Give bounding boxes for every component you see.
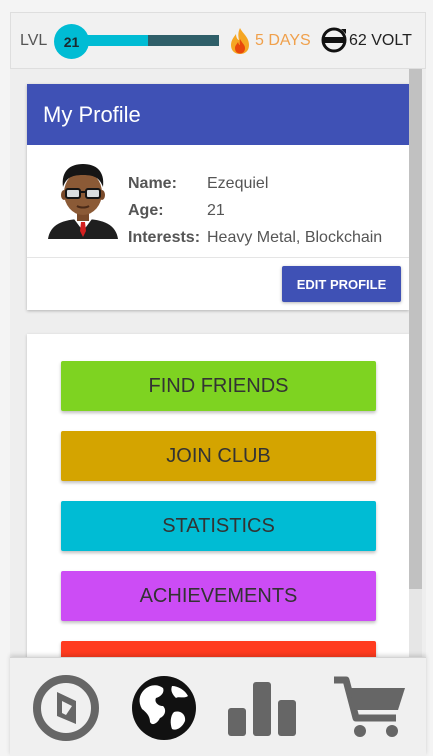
streak-text: 5 DAYS — [255, 32, 311, 49]
status-bar: LVL 21 5 DAYS 62 VOLT — [10, 12, 426, 69]
level-badge: 21 — [54, 24, 89, 59]
profile-field-label: Name: — [128, 175, 177, 192]
nav-shop[interactable] — [320, 658, 420, 756]
volt-logo-icon — [321, 27, 347, 53]
scrollbar-thumb[interactable] — [409, 69, 422, 589]
nav-statistics[interactable] — [212, 658, 312, 756]
profile-field-label: Age: — [128, 202, 164, 219]
profile-interests-value: Heavy Metal, Blockchain — [207, 229, 383, 246]
cart-icon — [334, 676, 405, 737]
music-disc-icon — [33, 674, 99, 741]
card-divider — [27, 257, 409, 258]
achievements-button[interactable]: ACHIEVEMENTS — [61, 571, 376, 621]
level-label: LVL — [20, 32, 48, 49]
profile-age-value: 21 — [207, 202, 225, 219]
nav-globe[interactable] — [114, 658, 214, 756]
scrollbar-track[interactable] — [409, 69, 422, 657]
avatar-icon — [48, 164, 118, 239]
profile-name-value: Ezequiel — [207, 175, 269, 192]
profile-card: My Profile Name: Ezequiel Age: 21 Intere… — [27, 84, 409, 310]
volt-balance-text: 62 VOLT — [349, 32, 412, 49]
level-progress-remaining — [148, 35, 219, 46]
edit-profile-button[interactable]: EDIT PROFILE — [282, 266, 401, 302]
globe-icon — [132, 675, 196, 740]
profile-title: My Profile — [27, 84, 409, 145]
profile-field-label: Interests: — [128, 229, 201, 246]
bar-chart-icon — [228, 681, 296, 736]
bottom-navigation — [10, 657, 426, 756]
red-action-button[interactable] — [61, 641, 376, 657]
find-friends-button[interactable]: FIND FRIENDS — [61, 361, 376, 411]
nav-music[interactable] — [16, 658, 116, 756]
fire-icon — [231, 28, 249, 54]
actions-card: FIND FRIENDS JOIN CLUB STATISTICS ACHIEV… — [27, 334, 409, 657]
content-scroll-area[interactable]: My Profile Name: Ezequiel Age: 21 Intere… — [10, 69, 426, 657]
statistics-button[interactable]: STATISTICS — [61, 501, 376, 551]
join-club-button[interactable]: JOIN CLUB — [61, 431, 376, 481]
